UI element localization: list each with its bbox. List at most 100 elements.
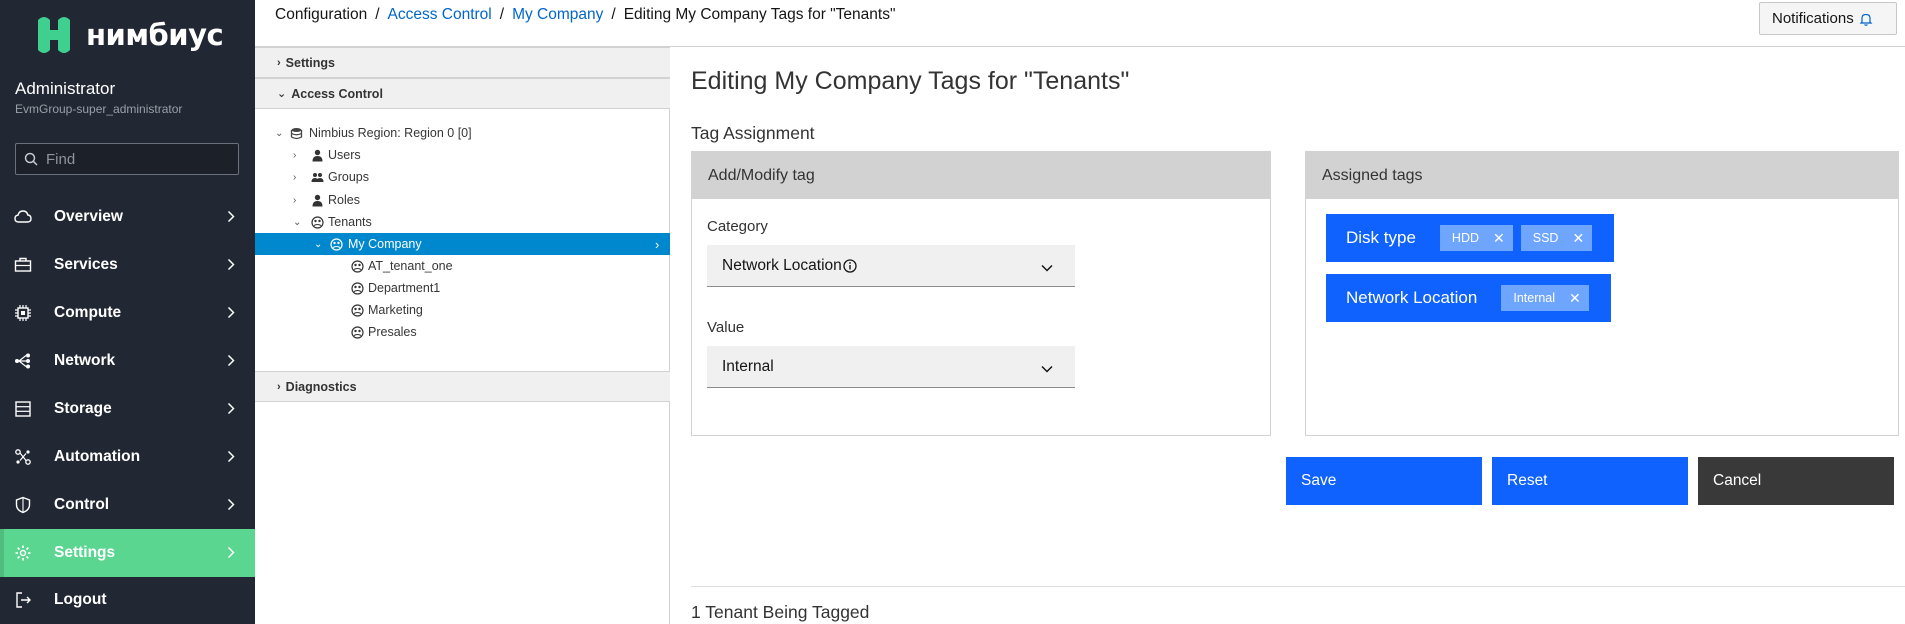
nav-label: Network: [54, 352, 116, 369]
tag-group-label: Disk type: [1346, 228, 1416, 247]
tag-chip-label: HDD: [1451, 231, 1480, 245]
notifications-label: Notifications: [1772, 10, 1854, 27]
category-select[interactable]: Network Location: [707, 245, 1075, 287]
user-icon: [312, 149, 323, 161]
tree-node-child[interactable]: AT_tenant_one: [255, 255, 670, 277]
cancel-button[interactable]: Cancel: [1698, 457, 1894, 505]
nav-label: Compute: [54, 304, 122, 321]
save-button[interactable]: Save: [1286, 457, 1482, 505]
briefcase-icon: [14, 257, 32, 272]
page-title: Editing My Company Tags for "Tenants": [691, 67, 1130, 95]
tree-label: AT_tenant_one: [368, 259, 453, 273]
nav-label: Storage: [54, 400, 112, 417]
chevron-down-icon: ⌄: [314, 238, 323, 250]
nav-automation[interactable]: Automation: [0, 433, 255, 481]
reset-button[interactable]: Reset: [1492, 457, 1688, 505]
card-heading: Assigned tags: [1306, 152, 1898, 199]
tree-node-users[interactable]: › Users: [255, 144, 670, 166]
accordion-settings[interactable]: › Settings: [255, 47, 670, 78]
nav-label: Overview: [54, 208, 123, 225]
tree-node-groups[interactable]: › Groups: [255, 166, 670, 188]
accordion-access-control[interactable]: ⌄ Access Control: [255, 78, 670, 109]
breadcrumb: Configuration / Access Control / My Comp…: [275, 6, 895, 24]
value-select[interactable]: Internal: [707, 346, 1075, 388]
tenant-icon: [351, 325, 364, 339]
accordion-tree-panel: › Settings ⌄ Access Control ⌄ Nimbius Re…: [255, 47, 670, 624]
chevron-down-icon: ⌄: [293, 216, 302, 228]
database-icon: [290, 127, 303, 139]
chevron-right-icon: [227, 306, 235, 324]
tree-label: Department1: [368, 281, 441, 295]
search-icon: [24, 152, 38, 166]
close-icon[interactable]: ✕: [1572, 230, 1584, 247]
tree-node-tenants[interactable]: ⌄ Tenants: [255, 211, 670, 233]
nav-label: Logout: [54, 591, 107, 608]
tenant-icon: [351, 281, 364, 295]
users-icon: [311, 172, 324, 182]
bell-icon: [1859, 13, 1873, 26]
main-content: Editing My Company Tags for "Tenants" Ta…: [671, 47, 1905, 624]
tag-chip-label: SSD: [1532, 231, 1559, 245]
tree-node-region[interactable]: ⌄ Nimbius Region: Region 0 [0]: [255, 122, 670, 144]
tree-node-my-company[interactable]: ⌄ My Company ›: [255, 233, 670, 255]
notifications-button[interactable]: Notifications: [1759, 2, 1897, 35]
chevron-down-icon: ⌄: [275, 127, 284, 139]
chevron-right-icon: [227, 258, 235, 276]
nav-logout[interactable]: Logout: [0, 576, 255, 624]
tree-label: Users: [328, 148, 361, 162]
breadcrumb-current: Editing My Company Tags for "Tenants": [623, 6, 896, 23]
chevron-right-icon: ›: [293, 194, 297, 206]
category-label: Category: [707, 218, 768, 235]
tree-label: My Company: [348, 237, 422, 251]
logout-icon: [16, 592, 31, 608]
tree-label: Marketing: [368, 303, 423, 317]
chevron-right-icon: ›: [277, 56, 281, 69]
brand-logo[interactable]: нимбиус: [32, 14, 224, 56]
nav-network[interactable]: Network: [0, 337, 255, 385]
tree-label: Presales: [368, 325, 417, 339]
nav-control[interactable]: Control: [0, 481, 255, 529]
add-modify-tag-card: Add/Modify tag Category Network Location…: [691, 151, 1271, 436]
close-icon[interactable]: ✕: [1569, 290, 1581, 307]
nav-storage[interactable]: Storage: [0, 385, 255, 433]
chevron-right-icon: ›: [293, 149, 297, 161]
sidebar: нимбиус Administrator EvmGroup-super_adm…: [0, 0, 255, 624]
brand-name: нимбиус: [86, 18, 224, 52]
nav-services[interactable]: Services: [0, 241, 255, 289]
tree-label: Tenants: [328, 215, 372, 229]
cloud-icon: [14, 210, 32, 223]
tag-chip: HDD ✕: [1439, 225, 1513, 251]
tree-node-child[interactable]: Department1: [255, 277, 670, 299]
gear-icon: [15, 545, 31, 561]
chevron-right-icon: ›: [293, 171, 297, 183]
tree-label: Roles: [328, 193, 360, 207]
cpu-icon: [15, 305, 31, 321]
breadcrumb-my-company-link[interactable]: My Company: [512, 6, 603, 24]
tenant-icon: [351, 259, 364, 273]
shield-icon: [15, 496, 31, 514]
chevron-right-icon: [227, 354, 235, 372]
tree-node-child[interactable]: Marketing: [255, 299, 670, 321]
chevron-right-icon: [227, 546, 235, 564]
nav-overview[interactable]: Overview: [0, 193, 255, 241]
search-input[interactable]: [46, 150, 226, 168]
tenant-icon: [351, 303, 364, 317]
user-icon: [312, 194, 323, 206]
breadcrumb-access-control-link[interactable]: Access Control: [388, 6, 492, 24]
tag-group-network-location: Network Location Internal ✕: [1326, 274, 1611, 322]
accordion-diagnostics[interactable]: › Diagnostics: [255, 371, 670, 402]
nav-settings[interactable]: Settings: [0, 529, 255, 577]
chevron-down-icon: ⌄: [277, 88, 287, 100]
nav-compute[interactable]: Compute: [0, 289, 255, 337]
nav-label: Automation: [54, 448, 141, 465]
tree-node-roles[interactable]: › Roles: [255, 189, 670, 211]
automation-icon: [15, 449, 31, 465]
close-icon[interactable]: ✕: [1493, 230, 1505, 247]
chevron-right-icon: [227, 498, 235, 516]
chevron-right-icon: [227, 210, 235, 228]
tree-node-child[interactable]: Presales: [255, 321, 670, 343]
chevron-right-icon: ›: [655, 236, 660, 252]
tenant-icon: [330, 237, 343, 251]
breadcrumb-separator: /: [611, 6, 616, 23]
section-title: Tag Assignment: [691, 123, 815, 143]
